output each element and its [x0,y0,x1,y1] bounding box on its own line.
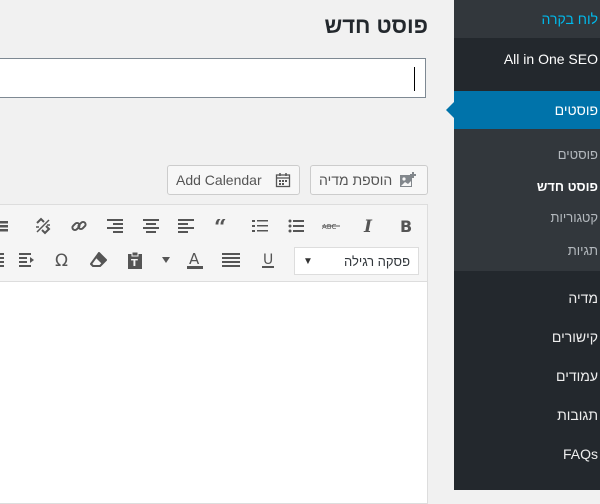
sidebar-item-comments[interactable]: תגובות [557,407,598,423]
toolbar-row-1: B I ABC “ [0,209,427,243]
add-calendar-button[interactable]: Add Calendar [167,165,300,195]
svg-text:B: B [400,218,412,234]
sidebar-item-pages[interactable]: עמודים [556,368,598,384]
underline-icon[interactable]: U [256,247,280,273]
submenu-item-all-posts[interactable]: פוסטים [558,147,598,162]
admin-sidebar: לוח בקרה All in One SEO פוסטים פוסטים פו… [446,0,600,490]
sidebar-item-media[interactable]: מדיה [568,290,598,306]
indent-icon[interactable] [15,247,39,273]
align-left-icon[interactable] [174,213,198,239]
page-title: פוסט חדש [324,13,428,38]
calendar-icon [275,172,291,188]
chevron-down-icon: ▼ [303,255,313,267]
justify-icon[interactable] [219,247,243,273]
special-character-icon[interactable]: Ω [51,247,75,273]
blockquote-icon[interactable]: “ [211,213,235,239]
svg-text:Ω: Ω [55,252,68,268]
toolbar-toggle-icon[interactable] [0,213,11,239]
add-media-icon [399,171,419,189]
add-media-button[interactable]: הוספת מדיה [310,165,428,195]
sidebar-item-posts[interactable]: פוסטים [555,102,598,118]
outdent-icon[interactable] [0,247,7,273]
add-media-label: הוספת מדיה [319,172,393,188]
unlink-icon[interactable] [31,213,55,239]
svg-text:“: “ [214,219,227,233]
text-caret [414,67,415,91]
submenu-item-new-post[interactable]: פוסט חדש [537,179,598,194]
add-calendar-label: Add Calendar [176,172,262,188]
submenu-item-tags[interactable]: תגיות [568,243,598,258]
text-color-icon[interactable]: A [183,247,207,273]
svg-text:ABC: ABC [322,223,336,231]
toolbar-row-2: פסקה רגילה ▼ U A T Ω [0,243,427,277]
format-select-value: פסקה רגילה [343,253,410,269]
numbered-list-icon[interactable] [248,213,272,239]
post-title-input[interactable] [0,58,426,98]
clear-formatting-icon[interactable] [87,247,111,273]
align-right-icon[interactable] [103,213,127,239]
strikethrough-icon[interactable]: ABC [320,213,344,239]
align-center-icon[interactable] [139,213,163,239]
main-content: פוסט חדש הוספת מדיה Add Calendar B I ABC… [0,0,454,504]
sidebar-item-links[interactable]: קישורים [552,329,598,345]
paste-text-icon[interactable]: T [123,247,147,273]
submenu-item-categories[interactable]: קטגוריות [551,210,598,225]
bullet-list-icon[interactable] [284,213,308,239]
italic-icon[interactable]: I [357,213,381,239]
svg-text:U: U [263,252,273,268]
sidebar-item-faqs[interactable]: FAQs [563,446,598,462]
bold-icon[interactable]: B [393,213,417,239]
svg-text:T: T [131,258,138,269]
svg-text:A: A [189,251,200,268]
sidebar-item-dashboard[interactable]: לוח בקרה [542,11,598,27]
sidebar-item-seo[interactable]: All in One SEO [504,51,598,67]
link-icon[interactable] [67,213,91,239]
format-select[interactable]: פסקה רגילה ▼ [294,247,419,275]
post-editor: B I ABC “ פסקה רגילה ▼ U A T Ω [0,204,428,504]
svg-text:I: I [363,218,373,234]
text-color-dropdown-icon[interactable] [159,247,173,273]
editor-toolbar: B I ABC “ פסקה רגילה ▼ U A T Ω [0,205,427,282]
